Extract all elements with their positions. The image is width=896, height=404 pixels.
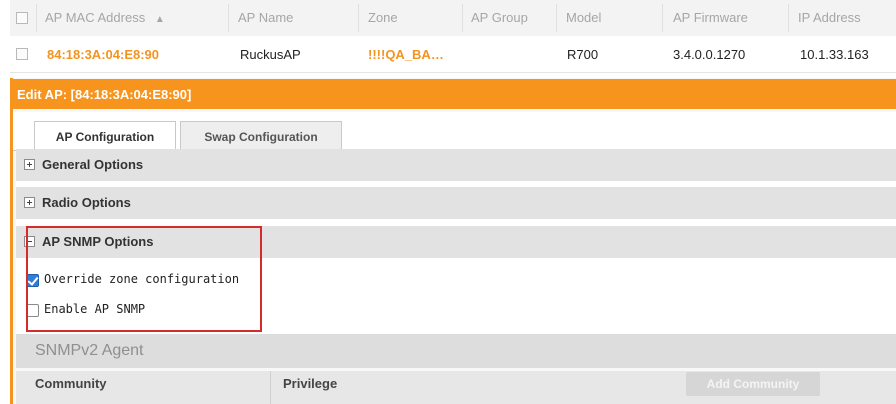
column-header-community: Community <box>35 376 107 391</box>
column-separator <box>36 4 37 32</box>
row-select-checkbox[interactable] <box>16 48 28 60</box>
section-gap <box>16 219 896 226</box>
expand-icon[interactable] <box>24 197 35 208</box>
tab-label: Swap Configuration <box>204 130 318 144</box>
column-header-model[interactable]: Model <box>566 10 601 25</box>
column-header-ap-firmware[interactable]: AP Firmware <box>673 10 748 25</box>
expand-icon[interactable] <box>24 159 35 170</box>
table-row[interactable]: 84:18:3A:04:E8:90 RuckusAP !!!!QA_BA… R7… <box>10 36 896 73</box>
row-ip-address: 10.1.33.163 <box>800 47 869 62</box>
column-separator <box>228 4 229 32</box>
column-separator <box>662 4 663 32</box>
tab-label: AP Configuration <box>55 130 155 144</box>
column-header-label: AP MAC Address <box>45 10 146 25</box>
column-separator <box>270 371 271 404</box>
row-ap-mac-address[interactable]: 84:18:3A:04:E8:90 <box>47 47 159 62</box>
column-separator <box>556 4 557 32</box>
row-model: R700 <box>567 47 599 62</box>
edit-ap-title-bar: Edit AP: [84:18:3A:04:E8:90] <box>10 79 896 109</box>
row-zone[interactable]: !!!!QA_BA… <box>368 47 444 62</box>
sort-ascending-icon: ▲ <box>154 14 165 25</box>
section-radio-options[interactable]: Radio Options <box>16 187 896 219</box>
snmpv2-agent-header: SNMPv2 Agent <box>16 334 896 368</box>
column-header-ip-address[interactable]: IP Address <box>798 10 861 25</box>
column-header-ap-name[interactable]: AP Name <box>238 10 293 25</box>
section-label: Radio Options <box>42 195 131 210</box>
tab-swap-configuration[interactable]: Swap Configuration <box>180 121 342 151</box>
select-all-checkbox[interactable] <box>16 12 28 24</box>
column-separator <box>788 4 789 32</box>
row-ap-firmware: 3.4.0.0.1270 <box>673 47 746 62</box>
column-separator <box>462 4 463 32</box>
highlight-box <box>26 226 262 332</box>
row-ap-name: RuckusAP <box>240 47 301 62</box>
section-label: General Options <box>42 157 144 172</box>
column-separator <box>358 4 359 32</box>
snmpv2-agent-title: SNMPv2 Agent <box>35 342 144 359</box>
add-community-button[interactable]: Add Community <box>686 372 820 396</box>
edit-ap-title: Edit AP: [84:18:3A:04:E8:90] <box>17 87 192 102</box>
section-general-options[interactable]: General Options <box>16 149 896 181</box>
column-header-ap-group[interactable]: AP Group <box>471 10 528 25</box>
column-header-ap-mac-address[interactable]: AP MAC Address ▲ <box>45 10 165 25</box>
tab-ap-configuration[interactable]: AP Configuration <box>34 121 176 151</box>
table-header-row: AP MAC Address ▲ AP Name Zone AP Group M… <box>10 0 896 37</box>
column-header-zone[interactable]: Zone <box>368 10 398 25</box>
column-header-privilege: Privilege <box>283 376 338 391</box>
